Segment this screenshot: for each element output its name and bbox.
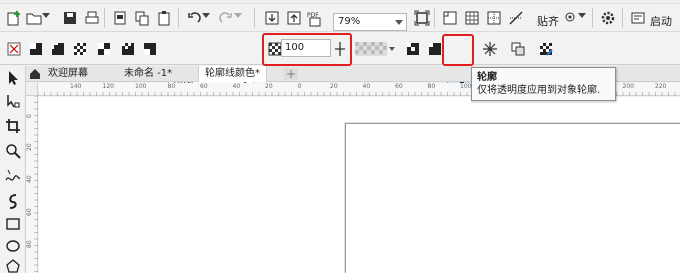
show-rulers-icon[interactable] [440,8,460,28]
snap-dropdown-icon[interactable] [578,12,586,20]
ruler-tick-label: 40 [26,175,33,183]
ruler-tick-label: 200 [622,83,634,90]
separator [254,8,255,28]
bitmap-pattern-transparency-icon[interactable] [94,39,114,59]
dynamic-guides-icon[interactable] [506,8,526,28]
standard-toolbar: PDF 79% 贴齐 启动 [0,4,680,32]
ruler-tick-label: 60 [395,83,403,90]
print-icon[interactable] [82,8,102,28]
show-guidelines-icon[interactable] [484,8,504,28]
ruler-tick-label: 20 [265,83,273,90]
ruler-tick-label: 80 [167,83,176,90]
ruler-tick-label: 0 [26,114,33,118]
add-tab-button[interactable]: + [284,68,298,80]
freehand-tool-icon[interactable] [3,166,23,186]
new-document-icon[interactable] [4,8,24,28]
redo-dropdown-icon[interactable] [234,12,242,20]
ruler-tick-label: 20 [330,83,338,90]
tab-welcome-screen[interactable]: 欢迎屏幕 [42,66,94,82]
vertical-ruler[interactable]: 0 20 40 60 80 [26,96,38,273]
two-color-pattern-transparency-icon[interactable] [118,39,138,59]
pick-tool-icon[interactable] [3,68,23,88]
ruler-tick-label: 80 [26,240,33,248]
polygon-tool-icon[interactable] [3,256,23,273]
separator [434,8,435,28]
undo-dropdown-icon[interactable] [202,12,210,20]
separator [178,8,179,28]
ruler-tick-label: 100 [460,83,472,90]
uniform-transparency-icon[interactable] [26,39,46,59]
open-dropdown-icon[interactable] [42,12,50,20]
ruler-tick-label: 220 [655,83,667,90]
copy-transparency-icon[interactable] [508,39,528,59]
ellipse-tool-icon[interactable] [3,236,23,256]
home-icon[interactable] [28,67,42,81]
show-grid-icon[interactable] [462,8,482,28]
ruler-tick-label: 60 [200,83,208,90]
outline-tooltip: 轮廓 仅将透明度应用到对象轮廓. [471,67,616,101]
import-icon[interactable] [262,8,282,28]
snap-to-icon[interactable] [565,12,575,22]
launch-label[interactable]: 启动 [650,13,672,31]
document-page[interactable] [345,123,680,273]
tab-label: 轮廓线颜色* [205,68,260,79]
separator [104,8,105,28]
publish-pdf-icon[interactable]: PDF [306,8,326,28]
rectangle-tool-icon[interactable] [3,214,23,234]
separator [622,8,623,28]
paste-icon[interactable] [154,8,174,28]
full-screen-icon[interactable] [412,8,432,28]
tab-untitled-1[interactable]: 未命名 -1* [118,66,178,82]
ruler-tick-label: 40 [362,83,371,90]
ruler-tick-label: 0 [297,83,302,90]
chevron-down-icon [395,20,403,25]
crop-tool-icon[interactable] [3,116,23,136]
export-icon[interactable] [284,8,304,28]
ruler-tick-label: 60 [26,207,33,216]
outline-highlight-box [442,34,474,66]
options-gear-icon[interactable] [598,8,618,28]
tab-outline-color[interactable]: 轮廓线颜色* [198,66,267,82]
transparency-pattern-preview[interactable] [355,39,395,59]
ruler-origin-corner[interactable] [26,83,38,96]
tab-label: 未命名 -1* [124,68,173,79]
tooltip-title: 轮廓 [477,72,497,83]
ruler-tick-label: 80 [427,83,436,90]
cut-icon[interactable] [110,8,130,28]
zoom-level-select[interactable]: 79% [333,13,407,31]
freeze-transparency-icon[interactable] [480,39,500,59]
tooltip-description: 仅将透明度应用到对象轮廓. [477,85,601,96]
vector-pattern-transparency-icon[interactable] [70,39,90,59]
launch-icon[interactable] [628,8,648,28]
shape-tool-icon[interactable] [3,91,23,111]
edit-transparency-icon[interactable] [536,39,556,59]
zoom-level-value: 79% [338,16,361,27]
zoom-tool-icon[interactable] [3,141,23,161]
save-icon[interactable] [60,8,80,28]
apply-to-fill-icon[interactable] [403,39,423,59]
copy-icon[interactable] [132,8,152,28]
opacity-highlight-box [262,33,352,66]
tab-label: 欢迎屏幕 [48,68,88,79]
ruler-tick-label: 140 [70,83,82,90]
toolbox [0,66,26,273]
fountain-transparency-icon[interactable] [48,39,68,59]
property-bar: 常规 100 [0,33,680,93]
ruler-tick-label: 100 [135,83,147,90]
separator [592,8,593,28]
texture-transparency-icon[interactable] [140,39,160,59]
ruler-tick-label: 40 [232,83,241,90]
no-transparency-icon[interactable] [4,39,24,59]
undo-icon[interactable] [184,8,204,28]
snap-to-label[interactable]: 贴齐 [537,13,559,31]
open-folder-icon[interactable] [24,8,44,28]
ruler-tick-label: 20 [26,142,33,151]
redo-icon[interactable] [216,8,236,28]
artistic-media-tool-icon[interactable] [3,191,23,211]
ruler-tick-label: 120 [102,83,114,90]
